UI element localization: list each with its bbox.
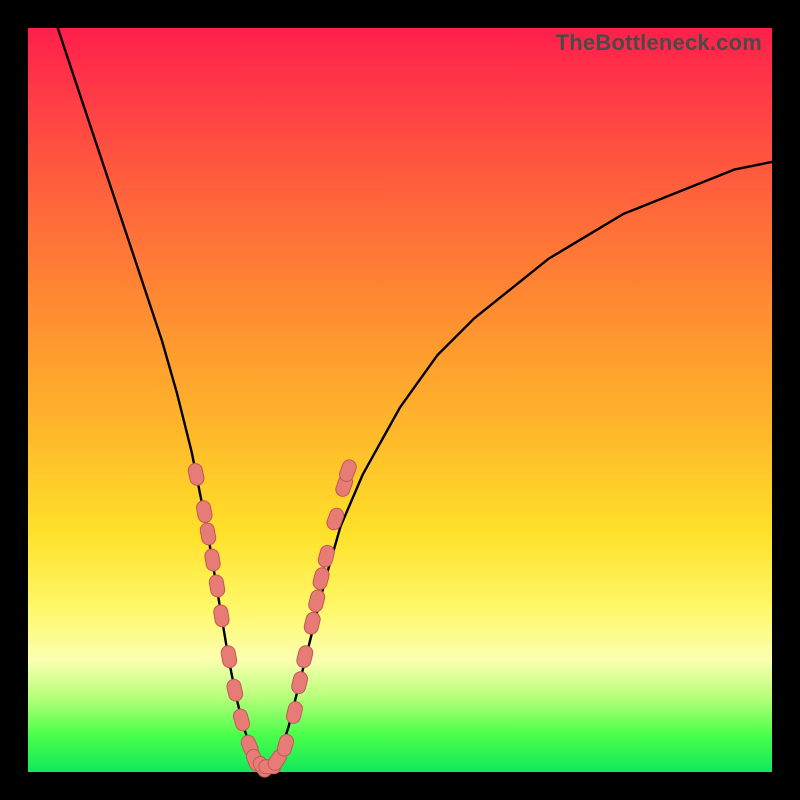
highlight-marker bbox=[276, 733, 295, 758]
highlight-marker bbox=[213, 604, 230, 628]
highlight-marker bbox=[307, 589, 326, 614]
highlight-marker bbox=[187, 462, 205, 487]
highlight-marker bbox=[199, 522, 217, 546]
highlight-marker bbox=[290, 670, 309, 695]
highlight-markers bbox=[187, 458, 358, 780]
highlight-marker bbox=[195, 500, 213, 524]
plot-area: TheBottleneck.com bbox=[28, 28, 772, 772]
highlight-marker bbox=[204, 548, 221, 572]
highlight-marker bbox=[317, 544, 336, 569]
highlight-marker bbox=[244, 747, 265, 773]
highlight-marker bbox=[220, 645, 238, 669]
bottleneck-curve-path bbox=[58, 28, 772, 772]
highlight-marker bbox=[208, 574, 225, 598]
chart-frame: TheBottleneck.com bbox=[0, 0, 800, 800]
highlight-marker bbox=[334, 473, 355, 498]
highlight-marker bbox=[259, 760, 281, 774]
highlight-marker bbox=[285, 700, 304, 725]
highlight-marker bbox=[239, 733, 260, 759]
highlight-marker bbox=[338, 458, 359, 483]
highlight-marker bbox=[295, 644, 314, 669]
highlight-marker bbox=[303, 611, 322, 636]
watermark-label: TheBottleneck.com bbox=[556, 30, 762, 56]
highlight-marker bbox=[232, 707, 251, 732]
highlight-marker bbox=[250, 754, 274, 780]
highlight-marker bbox=[265, 747, 289, 773]
highlight-marker bbox=[325, 506, 346, 531]
highlight-marker bbox=[226, 678, 244, 703]
bottleneck-curve bbox=[58, 28, 772, 772]
highlight-marker bbox=[312, 566, 331, 591]
curve-layer bbox=[28, 28, 772, 772]
